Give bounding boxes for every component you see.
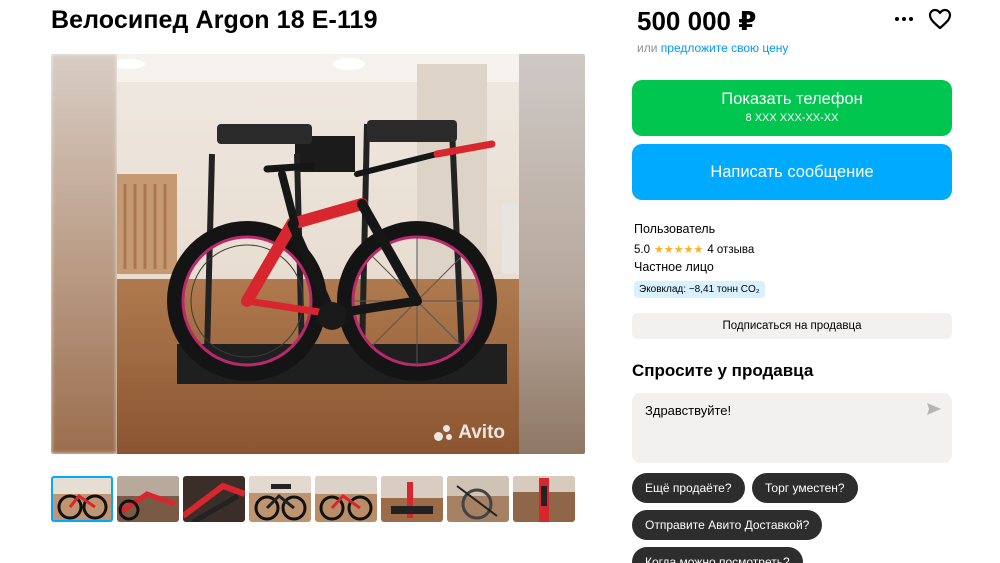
message-input[interactable]: Здравствуйте!: [632, 393, 952, 463]
seller-type: Частное лицо: [634, 260, 714, 274]
rating-stars-icon: ★★★★★: [654, 244, 704, 256]
avito-logo-icon: [434, 424, 454, 442]
phone-mask: 8 XXX XXX-XX-XX: [745, 112, 839, 124]
show-phone-button[interactable]: Показать телефон 8 XXX XXX-XX-XX: [632, 80, 952, 136]
seller-rating[interactable]: 5.0 ★★★★★ 4 отзыва: [634, 241, 765, 260]
message-box: Здравствуйте!: [632, 393, 952, 463]
quick-question-still-selling[interactable]: Ещё продаёте?: [632, 473, 745, 503]
subscribe-seller-button[interactable]: Подписаться на продавца: [632, 313, 952, 339]
thumbnail-4[interactable]: [249, 476, 311, 522]
send-icon[interactable]: [926, 402, 942, 416]
eco-badge[interactable]: Эковклад: −8,41 тонн CO₂: [634, 281, 765, 298]
thumbnail-2[interactable]: [117, 476, 179, 522]
offer-price-link[interactable]: предложите свою цену: [661, 41, 789, 55]
thumbnail-8[interactable]: [513, 476, 575, 522]
quick-question-viewing[interactable]: Когда можно посмотреть?: [632, 547, 803, 563]
price: 500 000 ₽: [637, 6, 757, 36]
quick-question-delivery[interactable]: Отправите Авито Доставкой?: [632, 510, 823, 540]
avito-watermark: Avito: [434, 422, 505, 444]
main-photo[interactable]: Avito: [51, 54, 585, 454]
price-offer: или предложите свою цену: [637, 41, 789, 55]
write-message-button[interactable]: Написать сообщение: [632, 144, 952, 200]
bike-photo: [117, 54, 519, 454]
ask-seller-heading: Спросите у продавца: [632, 361, 814, 380]
heart-icon[interactable]: [928, 8, 952, 30]
more-dots-icon[interactable]: [893, 8, 915, 30]
thumbnail-1[interactable]: [51, 476, 113, 522]
thumbnail-5[interactable]: [315, 476, 377, 522]
thumbnail-7[interactable]: [447, 476, 509, 522]
photo-blur-right: [519, 54, 585, 454]
thumbnail-6[interactable]: [381, 476, 443, 522]
thumbnail-strip: [51, 476, 575, 522]
seller-name[interactable]: Пользователь: [634, 222, 765, 241]
thumbnail-3[interactable]: [183, 476, 245, 522]
photo-blur-left: [51, 54, 117, 454]
quick-question-bargain[interactable]: Торг уместен?: [752, 473, 858, 503]
listing-title: Велосипед Argon 18 E-119: [51, 6, 378, 34]
seller-info: Пользователь 5.0 ★★★★★ 4 отзыва Частное …: [634, 222, 765, 298]
